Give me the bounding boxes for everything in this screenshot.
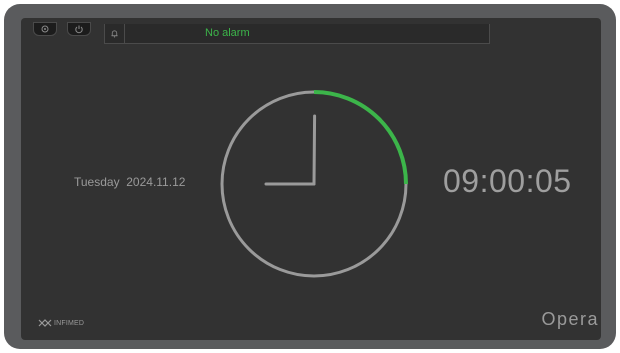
alarm-status-text: No alarm	[205, 27, 250, 39]
power-button[interactable]	[67, 22, 91, 36]
analog-clock	[220, 90, 408, 278]
infimed-logo-icon	[38, 319, 52, 327]
progress-arc	[313, 90, 408, 185]
infimed-logo: INFIMED	[38, 319, 84, 327]
bell-icon	[111, 30, 118, 38]
brand-name: Opera	[541, 309, 599, 329]
screen: No alarm Tuesday 2024.11.12 09:00:05 INF…	[21, 18, 601, 340]
settings-button[interactable]	[33, 22, 57, 36]
minute-hand	[312, 114, 317, 186]
power-icon	[75, 25, 83, 34]
alarm-bell-button[interactable]	[105, 24, 125, 43]
logo-text: INFIMED	[54, 319, 85, 327]
digital-time: 09:00:05	[443, 163, 572, 199]
alarm-bar[interactable]: No alarm	[104, 24, 490, 44]
device-frame: No alarm Tuesday 2024.11.12 09:00:05 INF…	[4, 4, 616, 349]
date-label: Tuesday 2024.11.12	[74, 175, 186, 189]
gear-icon	[41, 25, 49, 33]
